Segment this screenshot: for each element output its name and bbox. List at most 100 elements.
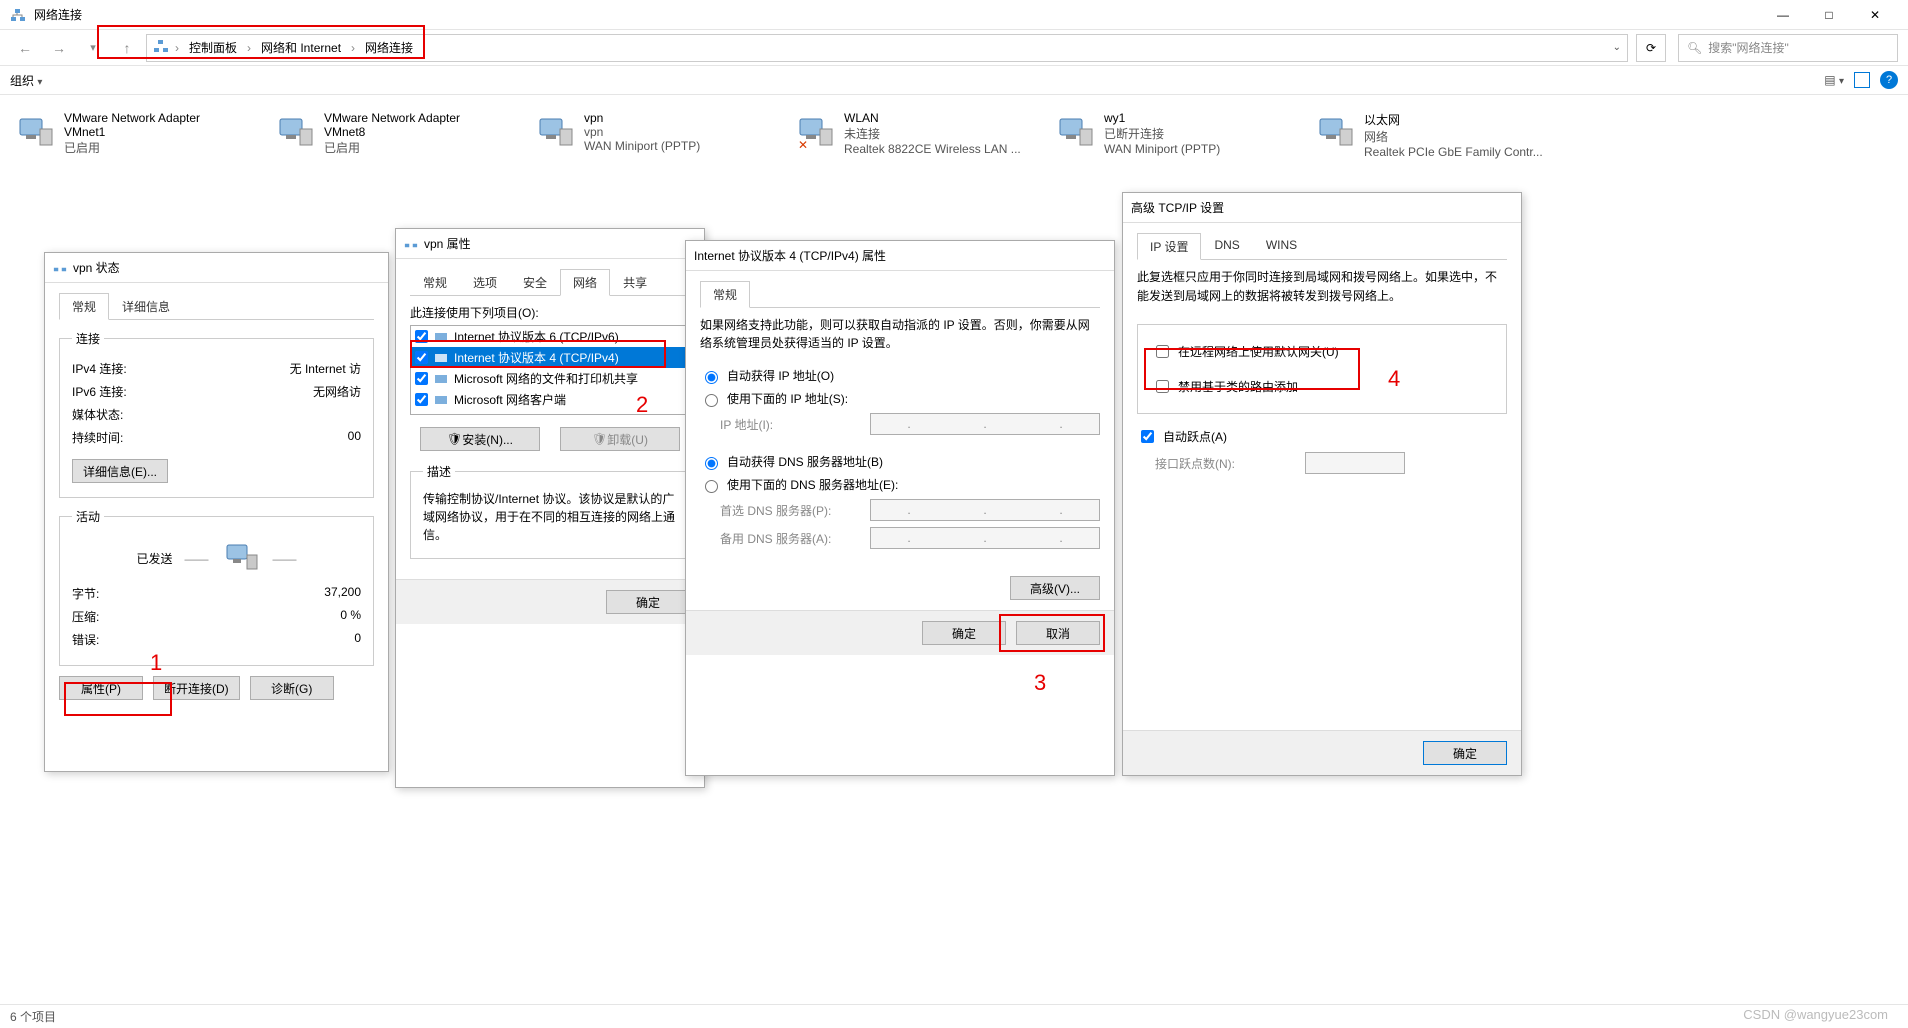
- details-button[interactable]: 详细信息(E)...: [72, 459, 168, 483]
- close-button[interactable]: ✕: [1852, 0, 1898, 30]
- minimize-button[interactable]: —: [1760, 0, 1806, 30]
- tab-general[interactable]: 常规: [410, 269, 460, 296]
- tab-security[interactable]: 安全: [510, 269, 560, 296]
- group-description: 描述 传输控制协议/Internet 协议。该协议是默认的广域网络协议，用于在不…: [410, 463, 690, 559]
- adapters-panel: VMware Network Adapter VMnet1 已启用 VMware…: [0, 95, 1908, 175]
- forward-button[interactable]: →: [44, 33, 74, 63]
- hop-input: [1305, 452, 1405, 474]
- crumb-control-panel[interactable]: 控制面板: [185, 39, 241, 56]
- help-icon[interactable]: ?: [1880, 71, 1898, 89]
- status-bar: 6 个项目: [0, 1004, 1908, 1028]
- view-menu-icon[interactable]: ▤ ▾: [1824, 73, 1844, 87]
- preview-pane-icon[interactable]: [1854, 72, 1870, 88]
- group-connection: 连接 IPv4 连接:无 Internet 访 IPv6 连接:无网络访 媒体状…: [59, 330, 374, 498]
- radio-manual-ip[interactable]: [705, 394, 718, 407]
- radio-auto-dns[interactable]: [705, 457, 718, 470]
- radio-auto-ip[interactable]: [705, 371, 718, 384]
- window-titlebar: 网络连接 — □ ✕: [0, 0, 1908, 30]
- tab-wins[interactable]: WINS: [1253, 233, 1310, 260]
- checkbox-auto-hop[interactable]: [1141, 430, 1154, 443]
- tab-dns[interactable]: DNS: [1201, 233, 1252, 260]
- cancel-button[interactable]: 取消: [1016, 621, 1100, 645]
- adapter-name: VMware Network Adapter VMnet8: [324, 111, 504, 139]
- protocol-icon: [434, 372, 448, 386]
- components-listbox[interactable]: Internet 协议版本 6 (TCP/IPv6) Internet 协议版本…: [410, 325, 690, 415]
- breadcrumb[interactable]: › 控制面板 › 网络和 Internet › 网络连接 ⌄: [146, 34, 1628, 62]
- item-label: Microsoft 网络客户端: [454, 391, 566, 408]
- adapter-item[interactable]: wy1 已断开连接 WAN Miniport (PPTP): [1050, 105, 1290, 165]
- checkbox-default-gateway[interactable]: [1156, 345, 1169, 358]
- list-item[interactable]: Internet 协议版本 4 (TCP/IPv4): [411, 347, 689, 368]
- uninstall-button[interactable]: 🛡 卸载(U): [560, 427, 680, 451]
- dialog-title: Internet 协议版本 4 (TCP/IPv4) 属性: [686, 241, 1114, 271]
- crumb-network-connections[interactable]: 网络连接: [361, 39, 417, 56]
- adapter-name: wy1: [1104, 111, 1220, 125]
- item-checkbox[interactable]: [415, 372, 428, 385]
- checkbox-disable-route[interactable]: [1156, 380, 1169, 393]
- dns2-input: ...: [870, 527, 1100, 549]
- properties-button[interactable]: 属性(P): [59, 676, 143, 700]
- maximize-button[interactable]: □: [1806, 0, 1852, 30]
- adapter-status: vpn: [584, 125, 700, 139]
- tab-options[interactable]: 选项: [460, 269, 510, 296]
- crumb-network-internet[interactable]: 网络和 Internet: [257, 39, 345, 56]
- search-placeholder: 搜索"网络连接": [1708, 39, 1789, 56]
- group-activity: 活动 已发送 —— —— 字节:37,200 压缩:0 % 错误:0: [59, 508, 374, 666]
- description-text: 传输控制协议/Internet 协议。该协议是默认的广域网络协议，用于在不同的相…: [423, 490, 677, 544]
- ok-button[interactable]: 确定: [1423, 741, 1507, 765]
- organize-menu[interactable]: 组织 ▾: [10, 72, 42, 89]
- list-item[interactable]: Microsoft 网络客户端: [411, 389, 689, 410]
- history-dropdown[interactable]: ▾: [78, 33, 108, 63]
- network-icon: [53, 259, 67, 276]
- intro-text: 如果网络支持此功能，则可以获取自动指派的 IP 设置。否则，你需要从网络系统管理…: [700, 316, 1100, 352]
- adapter-item[interactable]: VMware Network Adapter VMnet1 已启用: [10, 105, 250, 165]
- tab-network[interactable]: 网络: [560, 269, 610, 296]
- adapter-item[interactable]: 以太网 网络 Realtek PCIe GbE Family Contr...: [1310, 105, 1550, 165]
- dialog-title: vpn 状态: [45, 253, 388, 283]
- refresh-button[interactable]: ⟳: [1636, 34, 1666, 62]
- back-button[interactable]: ←: [10, 33, 40, 63]
- adapter-icon: [1316, 111, 1356, 151]
- install-button[interactable]: 🛡 安装(N)...: [420, 427, 540, 451]
- search-icon: 🔍︎: [1687, 41, 1702, 55]
- network-icon: [404, 235, 418, 252]
- tab-details[interactable]: 详细信息: [109, 293, 183, 320]
- advanced-button[interactable]: 高级(V)...: [1010, 576, 1100, 600]
- adapter-status: 已断开连接: [1104, 125, 1220, 142]
- adapter-icon: [276, 111, 316, 151]
- list-item[interactable]: Microsoft 网络的文件和打印机共享: [411, 368, 689, 389]
- adapter-item[interactable]: vpn vpn WAN Miniport (PPTP): [530, 105, 770, 165]
- adapter-item[interactable]: VMware Network Adapter VMnet8 已启用: [270, 105, 510, 165]
- item-checkbox[interactable]: [415, 351, 428, 364]
- ok-button[interactable]: 确定: [606, 590, 690, 614]
- radio-manual-dns[interactable]: [705, 480, 718, 493]
- note-text: 此复选框只应用于你同时连接到局域网和拨号网络上。如果选中，不能发送到局域网上的数…: [1137, 268, 1507, 306]
- item-label: Microsoft 网络的文件和打印机共享: [454, 370, 638, 387]
- tab-ip-settings[interactable]: IP 设置: [1137, 233, 1201, 260]
- dialog-ipv4-properties: Internet 协议版本 4 (TCP/IPv4) 属性 常规 如果网络支持此…: [685, 240, 1115, 776]
- adapter-status: 已启用: [64, 139, 244, 156]
- up-button[interactable]: ↑: [112, 33, 142, 63]
- tab-sharing[interactable]: 共享: [610, 269, 660, 296]
- chevron-down-icon[interactable]: ⌄: [1613, 42, 1621, 53]
- disconnect-button[interactable]: 断开连接(D): [153, 676, 240, 700]
- item-label: Internet 协议版本 6 (TCP/IPv6): [454, 328, 619, 345]
- search-input[interactable]: 🔍︎ 搜索"网络连接": [1678, 34, 1898, 62]
- tab-general[interactable]: 常规: [700, 281, 750, 308]
- item-checkbox[interactable]: [415, 330, 428, 343]
- adapter-item[interactable]: ✕ WLAN 未连接 Realtek 8822CE Wireless LAN .…: [790, 105, 1030, 165]
- watermark: CSDN @wangyue23com: [1743, 1007, 1888, 1022]
- list-label: 此连接使用下列项目(O):: [410, 304, 690, 321]
- diagnose-button[interactable]: 诊断(G): [250, 676, 334, 700]
- list-item[interactable]: Internet 协议版本 6 (TCP/IPv6): [411, 326, 689, 347]
- ok-button[interactable]: 确定: [922, 621, 1006, 645]
- item-checkbox[interactable]: [415, 393, 428, 406]
- ip-address-input: ...: [870, 413, 1100, 435]
- item-label: Internet 协议版本 4 (TCP/IPv4): [454, 349, 619, 366]
- activity-icon: [221, 541, 261, 576]
- dns1-input: ...: [870, 499, 1100, 521]
- toolbar: 组织 ▾ ▤ ▾ ?: [0, 65, 1908, 95]
- tab-general[interactable]: 常规: [59, 293, 109, 320]
- dialog-advanced-tcpip: 高级 TCP/IP 设置 IP 设置 DNS WINS 此复选框只应用于你同时连…: [1122, 192, 1522, 776]
- adapter-status: 已启用: [324, 139, 504, 156]
